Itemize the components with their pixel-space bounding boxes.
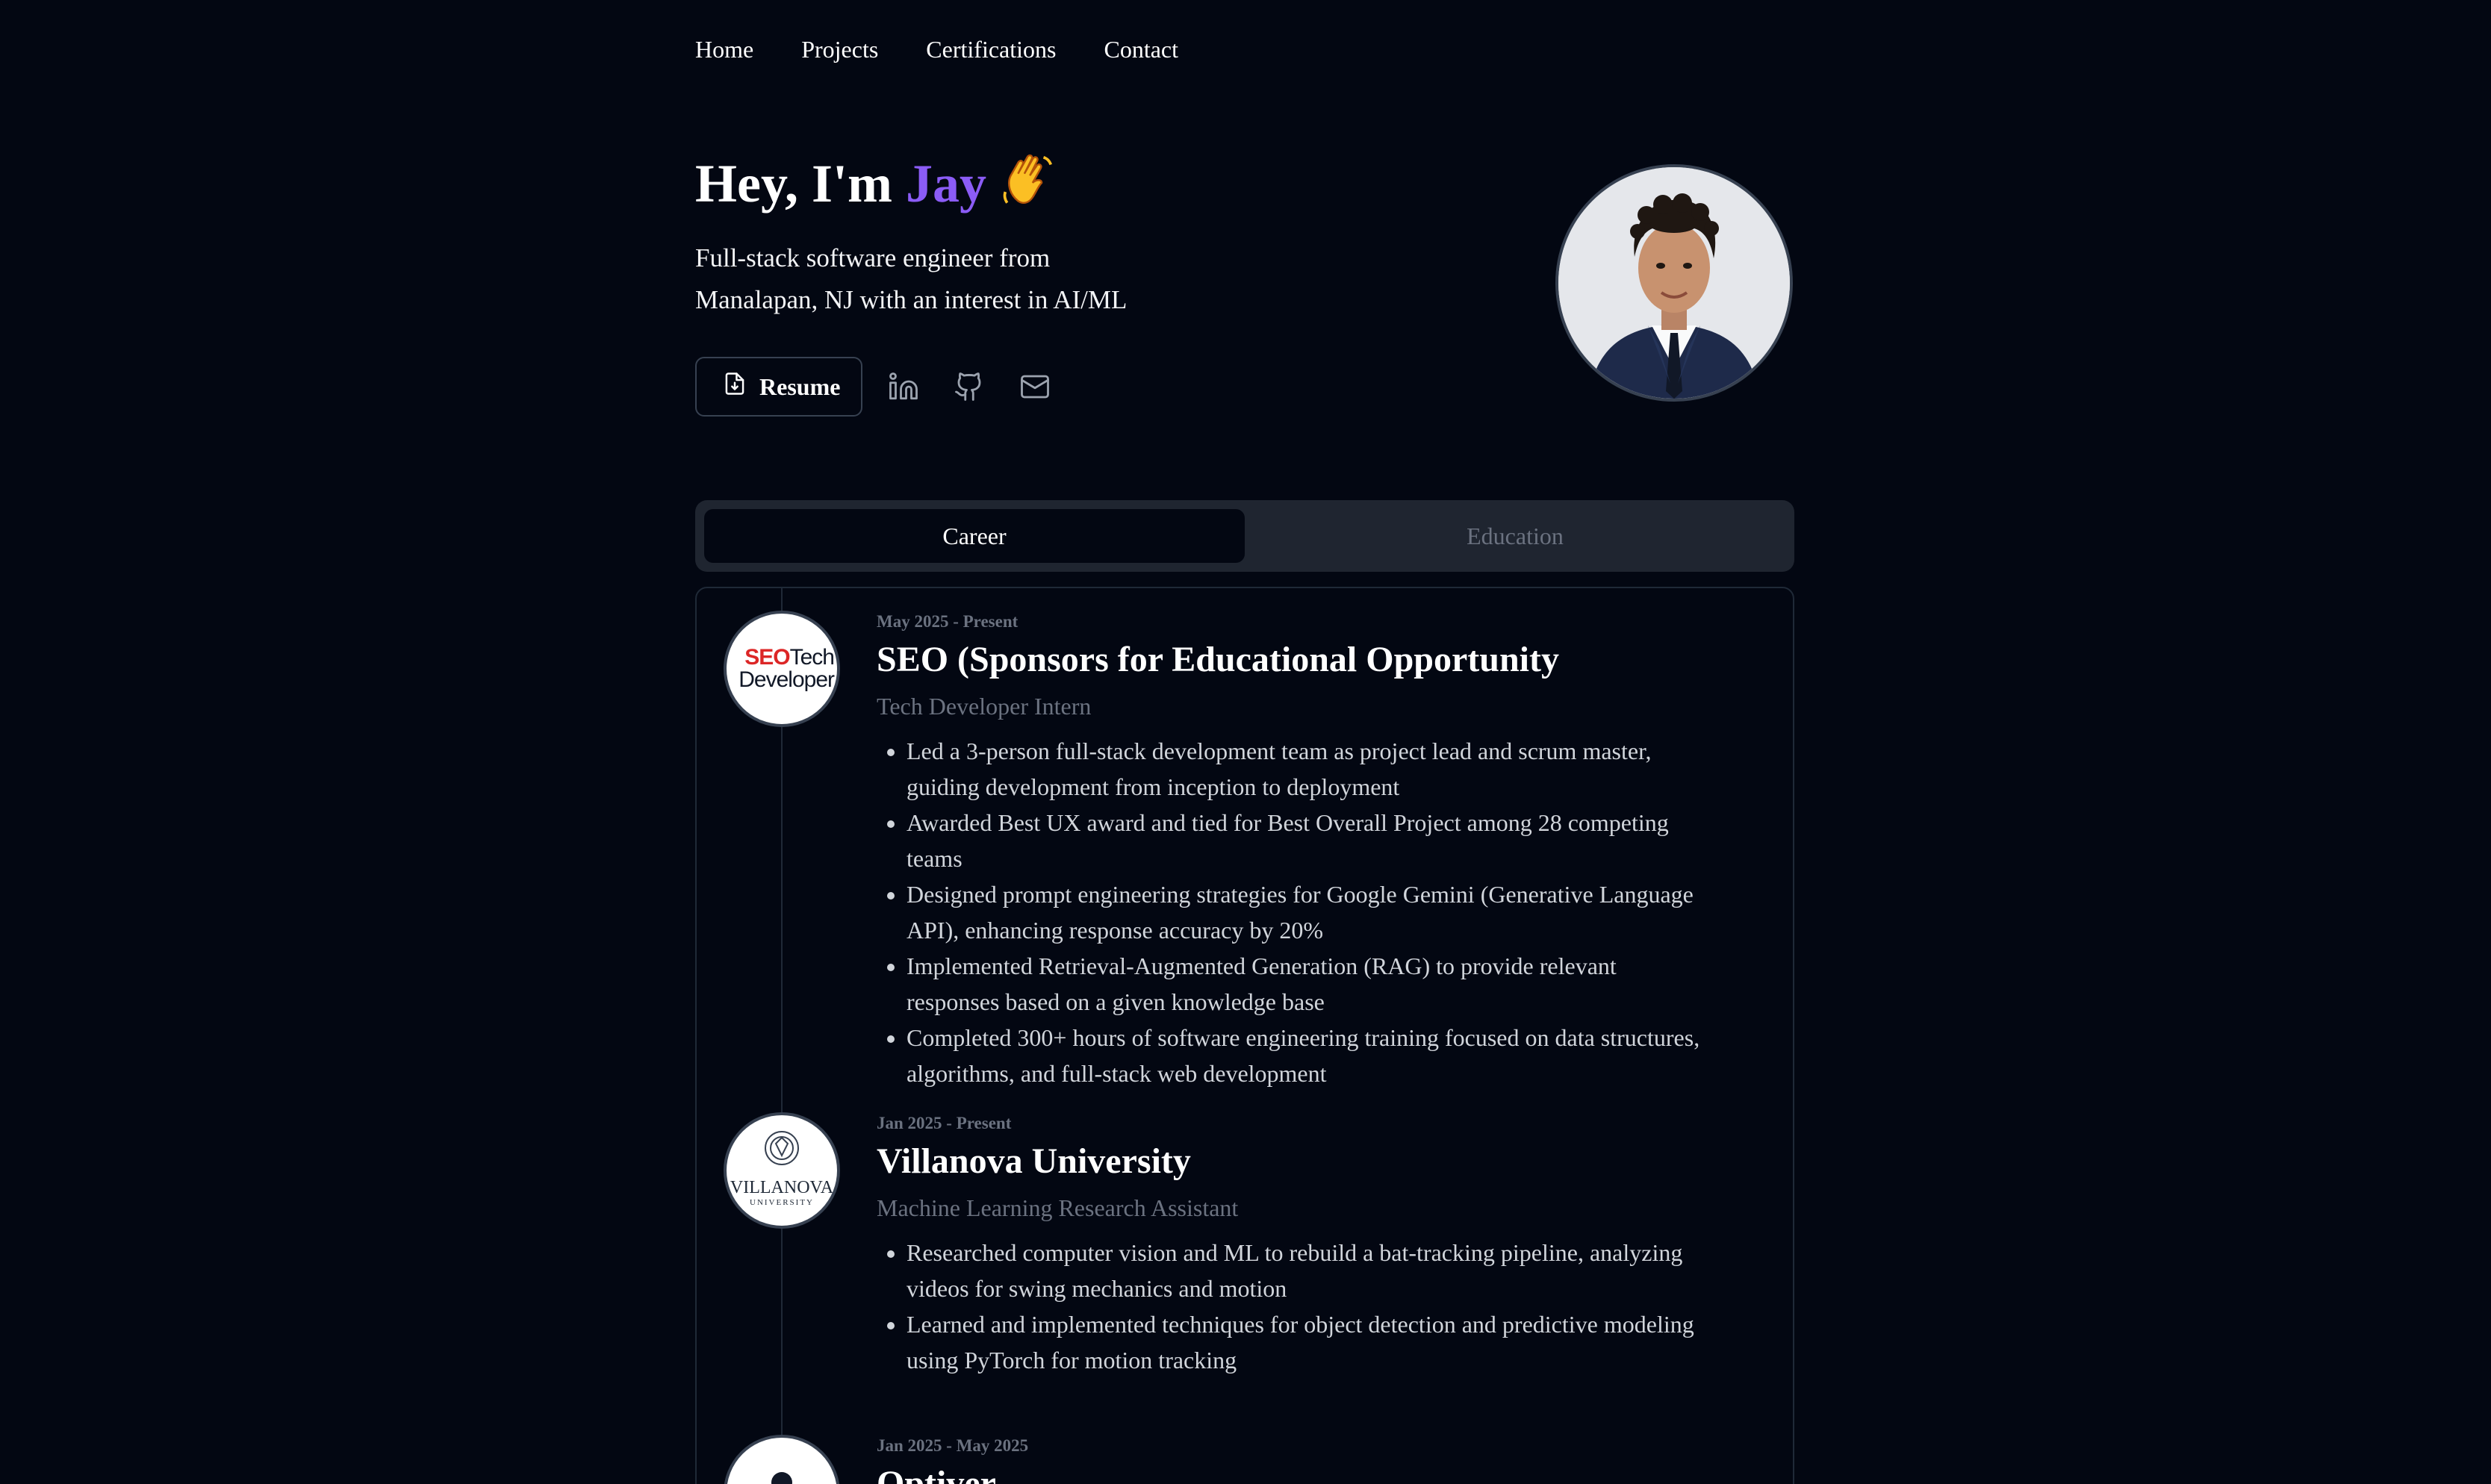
list-item: Awarded Best UX award and tied for Best …: [906, 805, 1713, 876]
seo-logo-seo-text: SEO: [744, 645, 790, 670]
resume-label: Resume: [759, 372, 841, 400]
timeline-entry-body: Jan 2025 - Present Villanova University …: [877, 1112, 1713, 1378]
nav-projects-link[interactable]: Projects: [801, 36, 878, 63]
seo-logo-developer-text: Developer: [738, 667, 835, 692]
entry-date: Jan 2025 - May 2025: [877, 1436, 1029, 1455]
villanova-logo: VILLANOVA UNIVERSITY: [724, 1112, 840, 1229]
tab-education[interactable]: Education: [1245, 509, 1785, 563]
entry-bullets: Led a 3-person full-stack development te…: [877, 733, 1713, 1091]
entry-date: May 2025 - Present: [877, 612, 1019, 631]
seo-logo: SEOTech Developer: [724, 611, 840, 727]
list-item: Implemented Retrieval-Augmented Generati…: [906, 948, 1713, 1020]
linkedin-icon[interactable]: [885, 368, 922, 405]
entry-bullets: Researched computer vision and ML to reb…: [877, 1235, 1713, 1378]
entry-role: Machine Learning Research Assistant: [877, 1194, 1239, 1221]
hero-heading: Hey, I'm Jay: [695, 146, 1058, 228]
hero-subtitle: Full-stack software engineer from Manala…: [695, 237, 1233, 321]
list-item: Completed 300+ hours of software enginee…: [906, 1020, 1713, 1091]
entry-company: Optiver: [877, 1464, 996, 1484]
waving-hand-icon: [1000, 150, 1058, 228]
hero-subtitle-line2: Manalapan, NJ with an interest in AI/ML: [695, 285, 1128, 314]
villanova-logo-name: VILLANOVA: [730, 1178, 834, 1197]
hero-greeting: Hey, I'm: [695, 154, 906, 213]
nav-home-link[interactable]: Home: [695, 36, 753, 63]
nav-contact-link[interactable]: Contact: [1104, 36, 1178, 63]
list-item: Researched computer vision and ML to reb…: [906, 1235, 1713, 1306]
resume-button[interactable]: Resume: [695, 357, 862, 417]
hero-name: Jay: [906, 154, 986, 213]
top-nav: Home Projects Certifications Contact: [695, 36, 1178, 63]
mail-icon[interactable]: [1016, 368, 1054, 405]
social-links: [885, 368, 1054, 405]
seo-logo-tech-text: Tech: [789, 645, 835, 670]
tab-career[interactable]: Career: [704, 509, 1245, 563]
villanova-logo-sub: UNIVERSITY: [750, 1198, 814, 1207]
github-icon[interactable]: [951, 368, 988, 405]
entry-date: Jan 2025 - Present: [877, 1114, 1012, 1132]
timeline-entry-body: May 2025 - Present SEO (Sponsors for Edu…: [877, 611, 1713, 1091]
file-download-icon: [724, 372, 746, 402]
nav-certifications-link[interactable]: Certifications: [926, 36, 1056, 63]
hero-actions: Resume: [695, 357, 1054, 417]
entry-company: Villanova University: [877, 1141, 1191, 1181]
optiver-logo: [724, 1435, 840, 1484]
list-item: Learned and implemented techniques for o…: [906, 1306, 1713, 1378]
career-education-tabs: Career Education: [695, 500, 1794, 572]
profile-photo: [1555, 164, 1793, 402]
hero-subtitle-line1: Full-stack software engineer from: [695, 243, 1051, 272]
career-timeline: SEOTech Developer May 2025 - Present SEO…: [695, 587, 1794, 1484]
entry-company: SEO (Sponsors for Educational Opportunit…: [877, 640, 1559, 679]
list-item: Designed prompt engineering strategies f…: [906, 876, 1713, 948]
timeline-entry-body: Jan 2025 - May 2025 Optiver: [877, 1435, 1713, 1484]
list-item: Led a 3-person full-stack development te…: [906, 733, 1713, 805]
entry-role: Tech Developer Intern: [877, 693, 1092, 720]
